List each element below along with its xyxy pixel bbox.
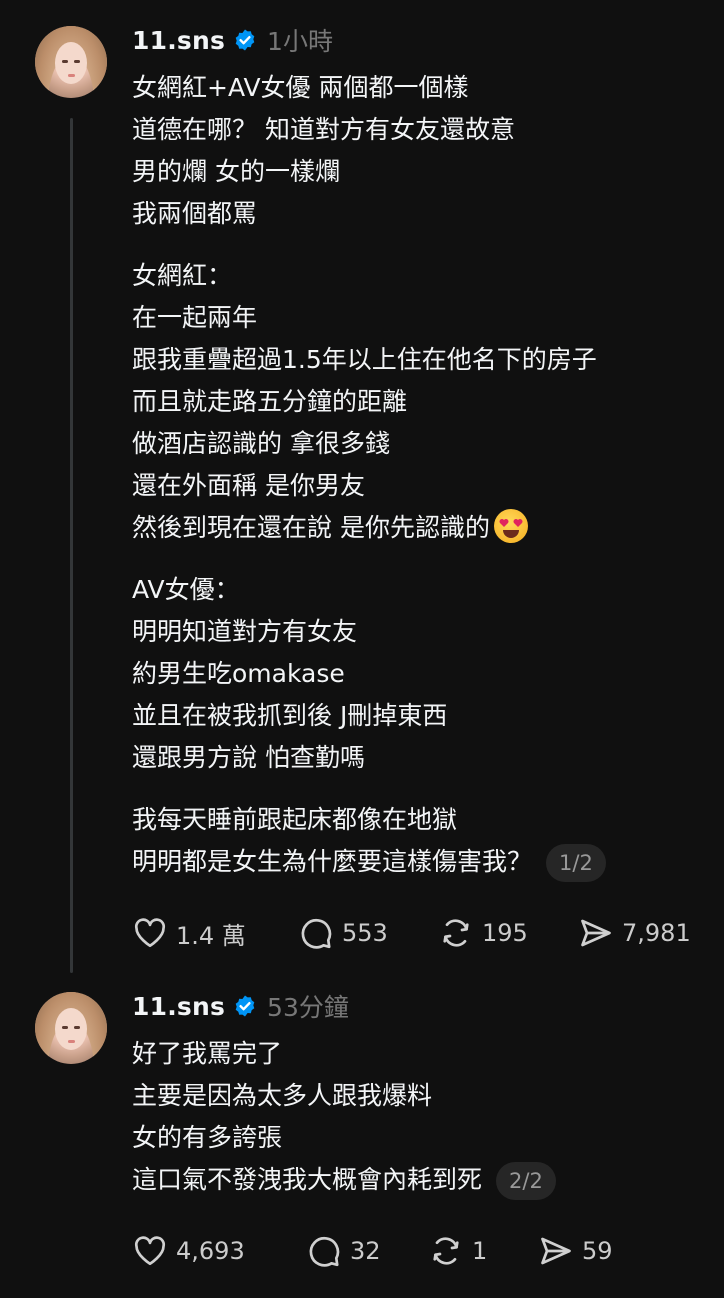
post-line: 主要是因為太多人跟我爆料 (132, 1081, 433, 1110)
avatar[interactable] (35, 26, 107, 98)
post-line: 我每天睡前跟起床都像在地獄 (132, 805, 458, 834)
repost-button[interactable]: 195 (438, 915, 578, 951)
post-line: 明明知道對方有女友 (132, 617, 358, 646)
post-line: 約男生吃omakase (132, 659, 345, 688)
thread-count-badge: 2/2 (496, 1162, 556, 1200)
avatar[interactable] (35, 992, 107, 1064)
post-line: 並且在被我抓到後 J刪掉東西 (132, 701, 448, 730)
post-line-with-badge: 明明都是女生為什麼要這樣傷害我？ 1/2 (132, 841, 606, 883)
verified-badge-icon (235, 995, 255, 1017)
like-button[interactable]: 1.4 萬 (132, 915, 298, 951)
share-count: 7,981 (622, 919, 691, 947)
like-count: 4,693 (176, 1237, 245, 1265)
comment-button[interactable]: 553 (298, 915, 438, 951)
post-line: 跟我重疊超過1.5年以上住在他名下的房子 (132, 345, 597, 374)
post-line: 還跟男方說 怕查勤嗎 (132, 743, 365, 772)
post-line: 男的爛 女的一樣爛 (132, 157, 340, 186)
verified-badge-icon (235, 29, 255, 51)
post-line: 而且就走路五分鐘的距離 (132, 387, 408, 416)
post-time: 1小時 (267, 27, 333, 56)
post-line: 在一起兩年 (132, 303, 258, 332)
thread-count-badge: 1/2 (546, 844, 606, 882)
repost-count: 1 (472, 1237, 488, 1265)
heart-eyes-emoji-icon (493, 509, 528, 543)
post-body: 好了我罵完了 主要是因為太多人跟我爆料 女的有多誇張 這口氣不發洩我大概會內耗到… (132, 1033, 556, 1201)
share-button[interactable]: 7,981 (578, 915, 691, 951)
post-line: 道德在哪？ 知道對方有女友還故意 (132, 115, 515, 144)
username[interactable]: 11.sns (132, 26, 225, 55)
comment-count: 32 (350, 1237, 381, 1265)
post-time: 53分鐘 (267, 993, 349, 1022)
post-line: 這口氣不發洩我大概會內耗到死 (132, 1165, 483, 1194)
send-icon (581, 919, 611, 947)
post-line: AV女優： (132, 575, 240, 604)
like-count: 1.4 萬 (176, 921, 246, 950)
post-line: 女的有多誇張 (132, 1123, 283, 1152)
send-icon (541, 1237, 571, 1265)
comment-bubble-icon (309, 1236, 340, 1267)
share-button[interactable]: 59 (538, 1233, 613, 1269)
post-body: 女網紅+AV女優 兩個都一個樣 道德在哪？ 知道對方有女友還故意 男的爛 女的一… (132, 67, 606, 883)
share-count: 59 (582, 1237, 613, 1265)
like-button[interactable]: 4,693 (132, 1233, 306, 1269)
post-line: 然後到現在還在說 是你先認識的 (132, 513, 490, 542)
heart-icon (134, 918, 166, 948)
post-line: 明明都是女生為什麼要這樣傷害我？ (132, 847, 533, 876)
repost-count: 195 (482, 919, 528, 947)
post-header: 11.sns 1小時 (132, 23, 333, 57)
post-line-with-emoji: 然後到現在還在說 是你先認識的 (132, 507, 606, 549)
post-line-with-badge: 這口氣不發洩我大概會內耗到死 2/2 (132, 1159, 556, 1201)
post-line: 女網紅+AV女優 兩個都一個樣 (132, 73, 469, 102)
comment-bubble-icon (301, 918, 332, 949)
repost-icon (443, 919, 469, 947)
comment-count: 553 (342, 919, 388, 947)
post-line: 女網紅： (132, 261, 233, 290)
thread-connector-line (70, 118, 73, 973)
post-actions: 1.4 萬 553 195 7,981 (132, 913, 691, 953)
comment-button[interactable]: 32 (306, 1233, 428, 1269)
post-line: 我兩個都罵 (132, 199, 258, 228)
heart-icon (134, 1236, 166, 1266)
repost-button[interactable]: 1 (428, 1233, 538, 1269)
post-line: 做酒店認識的 拿很多錢 (132, 429, 390, 458)
post-line: 好了我罵完了 (132, 1039, 283, 1068)
repost-icon (433, 1237, 459, 1265)
username[interactable]: 11.sns (132, 992, 225, 1021)
post-header: 11.sns 53分鐘 (132, 989, 349, 1023)
post-line: 還在外面稱 是你男友 (132, 471, 365, 500)
post-actions: 4,693 32 1 59 (132, 1231, 613, 1271)
